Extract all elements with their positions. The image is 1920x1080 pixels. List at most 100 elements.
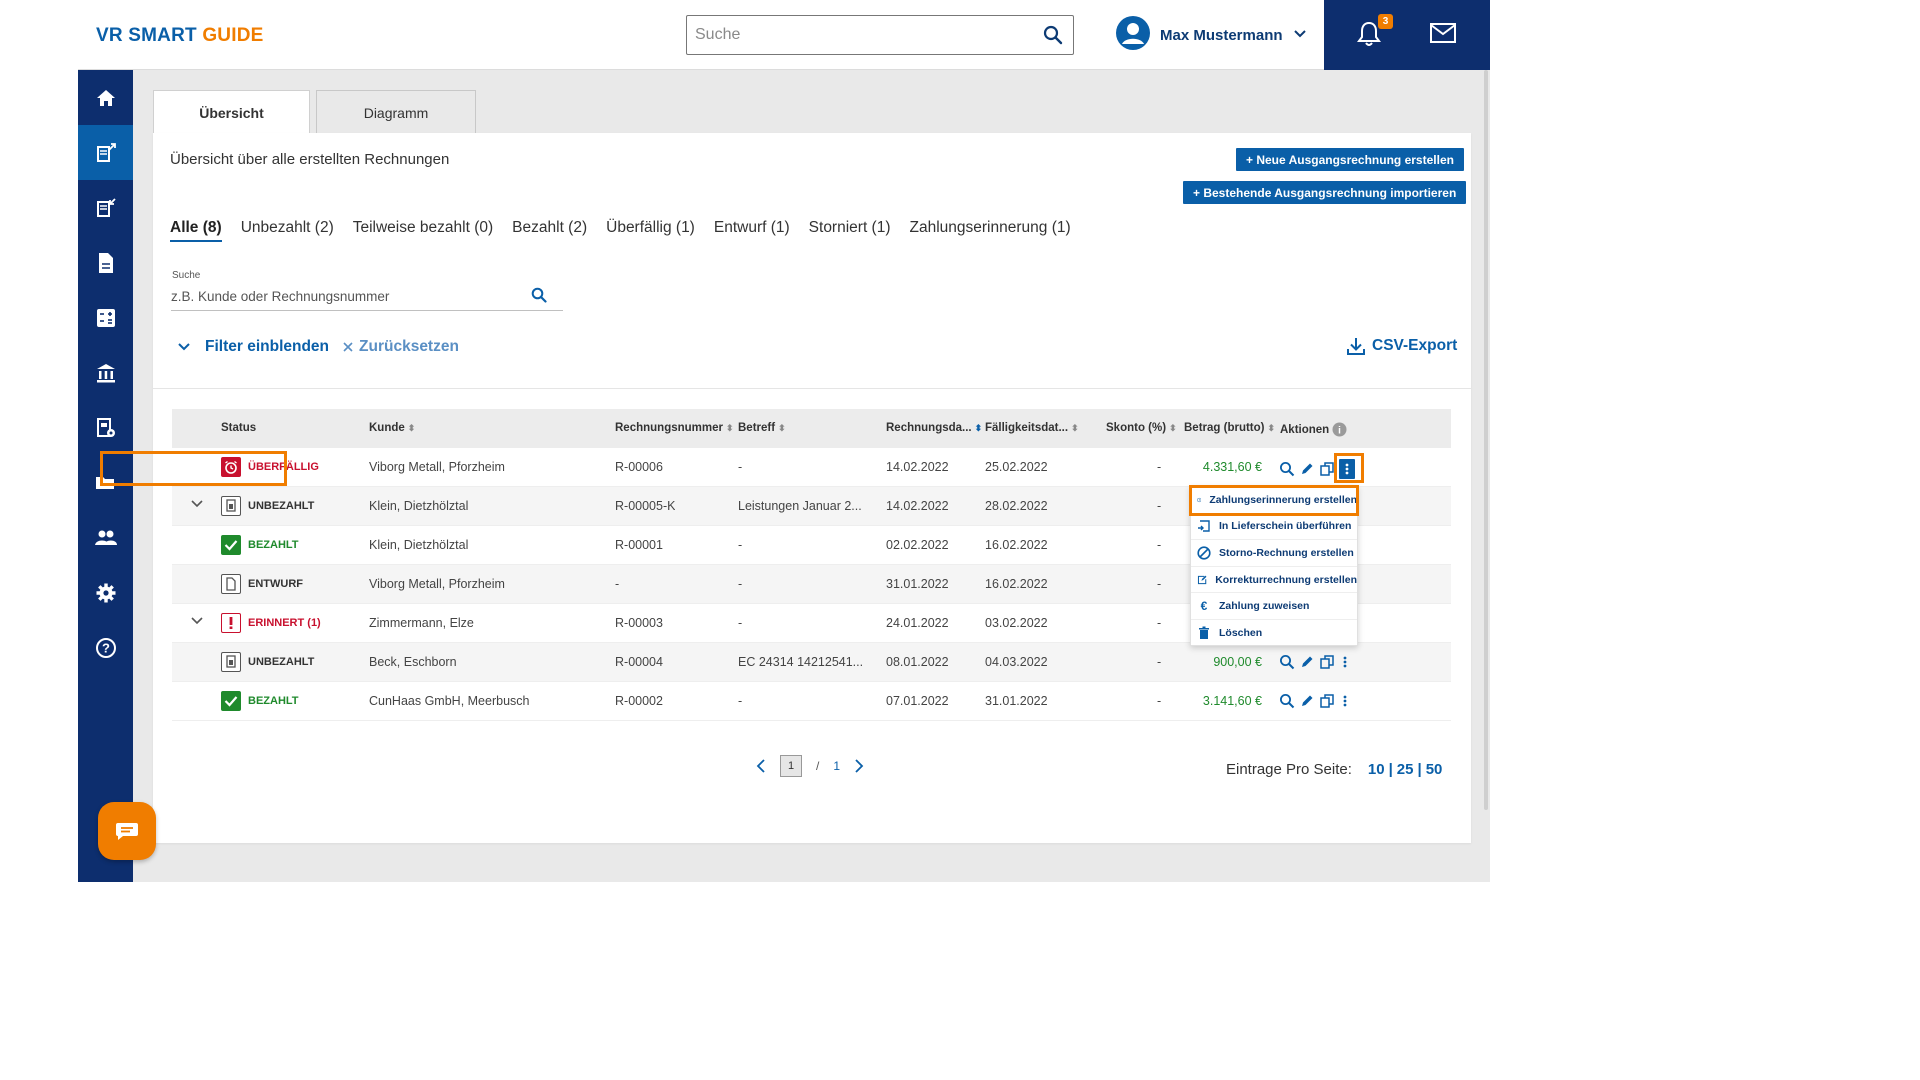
status-label: UNBEZAHLT	[248, 500, 315, 512]
global-search-input[interactable]	[695, 24, 1025, 46]
scrollbar[interactable]	[1484, 70, 1488, 810]
header-due-date[interactable]: Fälligkeitsdat... ⬍	[985, 422, 1079, 434]
actions-menu: Zahlungserinnerung erstellen In Liefersc…	[1189, 485, 1359, 647]
view-icon[interactable]	[1279, 654, 1295, 670]
copy-icon[interactable]	[1319, 693, 1335, 709]
check-icon	[221, 535, 241, 555]
customer-cell: Viborg Metall, Pforzheim	[369, 577, 505, 591]
table-row[interactable]: ÜBERFÄLLIG Viborg Metall, Pforzheim R-00…	[172, 448, 1451, 487]
header-status[interactable]: Status	[221, 422, 256, 434]
amount-cell: 4.331,60 €	[1202, 460, 1262, 474]
reset-button[interactable]: Zurücksetzen	[343, 338, 459, 356]
list-search-input[interactable]	[171, 285, 511, 307]
filter-tab-partially-paid[interactable]: Teilweise bezahlt (0)	[353, 219, 493, 242]
edit-icon[interactable]	[1299, 654, 1315, 670]
filter-toggle[interactable]: Filter einblenden	[177, 338, 329, 356]
sidebar-item-receipts[interactable]	[78, 400, 133, 455]
menu-item-correction[interactable]: Korrekturrechnung erstellen	[1191, 567, 1357, 594]
status-badge: ENTWURF	[221, 574, 303, 594]
unpaid-document-icon	[221, 652, 241, 672]
notification-badge: 3	[1378, 14, 1393, 29]
due-date-cell: 31.01.2022	[985, 694, 1048, 708]
header-number[interactable]: Rechnungsnummer ⬍	[615, 422, 734, 434]
header-number-label: Rechnungsnummer	[615, 422, 723, 434]
number-cell: R-00002	[615, 694, 663, 708]
per-page-25[interactable]: 25	[1397, 761, 1414, 778]
menu-item-assign-payment[interactable]: € Zahlung zuweisen	[1191, 593, 1357, 620]
filter-tab-unpaid[interactable]: Unbezahlt (2)	[241, 219, 334, 242]
number-cell: R-00003	[615, 616, 663, 630]
sidebar-item-help[interactable]: ?	[78, 620, 133, 675]
sidebar-item-contacts[interactable]	[78, 510, 133, 565]
more-actions-button[interactable]	[1339, 693, 1351, 709]
per-page-divider: |	[1388, 761, 1393, 778]
edit-icon[interactable]	[1299, 461, 1315, 477]
header-amount[interactable]: Betrag (brutto) ⬍	[1184, 422, 1275, 434]
filter-tab-draft[interactable]: Entwurf (1)	[714, 219, 790, 242]
chevron-down-icon[interactable]	[191, 499, 203, 509]
copy-icon[interactable]	[1319, 461, 1335, 477]
number-cell: R-00004	[615, 655, 663, 669]
tab-overview[interactable]: Übersicht	[153, 90, 310, 134]
sidebar-item-bank[interactable]	[78, 345, 133, 400]
app-frame: VR SMART GUIDE Max Mustermann 3	[78, 0, 1490, 882]
sidebar-item-documents[interactable]	[78, 235, 133, 290]
sidebar-item-home[interactable]	[78, 70, 133, 125]
view-icon[interactable]	[1279, 693, 1295, 709]
mail-icon[interactable]	[1429, 22, 1457, 49]
search-icon[interactable]	[531, 287, 547, 308]
copy-icon[interactable]	[1319, 654, 1335, 670]
more-actions-button[interactable]	[1339, 654, 1351, 670]
chevron-down-icon[interactable]	[191, 616, 203, 626]
list-search-label: Suche	[172, 270, 201, 281]
view-icon[interactable]	[1279, 461, 1295, 477]
sidebar-item-calculator[interactable]	[78, 290, 133, 345]
current-page[interactable]: 1	[780, 755, 802, 777]
filter-tab-reminder[interactable]: Zahlungserinnerung (1)	[910, 219, 1071, 242]
menu-item-label: Zahlung zuweisen	[1219, 600, 1310, 613]
invoice-out-icon	[96, 142, 116, 162]
table-row[interactable]: BEZAHLT CunHaas GmbH, Meerbusch R-00002 …	[172, 682, 1451, 721]
reset-label: Zurücksetzen	[359, 338, 459, 355]
logo[interactable]: VR SMART GUIDE	[96, 25, 264, 47]
table-row[interactable]: UNBEZAHLT Beck, Eschborn R-00004 EC 2431…	[172, 643, 1451, 682]
menu-item-delivery-note[interactable]: In Lieferschein überführen	[1191, 514, 1357, 541]
customer-cell: Klein, Dietzhölztal	[369, 499, 469, 513]
info-icon[interactable]: i	[1332, 422, 1347, 437]
filter-tab-overdue[interactable]: Überfällig (1)	[606, 219, 695, 242]
filter-tab-paid[interactable]: Bezahlt (2)	[512, 219, 587, 242]
header-discount[interactable]: Skonto (%) ⬍	[1106, 422, 1177, 434]
filter-tab-all[interactable]: Alle (8)	[170, 219, 222, 242]
chevron-right-icon[interactable]	[854, 759, 864, 773]
per-page-50[interactable]: 50	[1426, 761, 1443, 778]
discount-cell: -	[1157, 538, 1162, 552]
number-cell: R-00006	[615, 460, 663, 474]
search-icon[interactable]	[1043, 25, 1063, 50]
chevron-left-icon[interactable]	[756, 759, 766, 773]
filter-tab-cancelled[interactable]: Storniert (1)	[809, 219, 891, 242]
menu-item-delete[interactable]: Löschen	[1191, 620, 1357, 647]
per-page-10[interactable]: 10	[1368, 761, 1385, 778]
sidebar-item-incoming-invoices[interactable]	[78, 180, 133, 235]
svg-text:?: ?	[102, 640, 110, 655]
due-date-cell: 04.03.2022	[985, 655, 1048, 669]
status-badge: BEZAHLT	[221, 535, 299, 555]
tab-chart[interactable]: Diagramm	[316, 90, 476, 134]
user-menu[interactable]: Max Mustermann	[1116, 15, 1307, 52]
sidebar-item-settings[interactable]	[78, 565, 133, 620]
header-invoice-date[interactable]: Rechnungsda... ⬍	[886, 422, 982, 434]
edit-icon[interactable]	[1299, 693, 1315, 709]
chat-button[interactable]	[98, 802, 156, 860]
menu-item-create-reminder[interactable]: Zahlungserinnerung erstellen	[1189, 485, 1359, 516]
status-badge: UNBEZAHLT	[221, 652, 314, 672]
svg-text:i: i	[1338, 426, 1341, 437]
header-invoice-date-label: Rechnungsda...	[886, 422, 972, 434]
new-invoice-button[interactable]: + Neue Ausgangsrechnung erstellen	[1236, 148, 1464, 171]
sidebar-item-outgoing-invoices[interactable]	[78, 125, 133, 180]
header-subject[interactable]: Betreff ⬍	[738, 422, 786, 434]
menu-item-cancellation[interactable]: Storno-Rechnung erstellen	[1191, 540, 1357, 567]
status-label: ERINNERT (1)	[248, 617, 321, 629]
header-customer[interactable]: Kunde ⬍	[369, 422, 415, 434]
import-invoice-button[interactable]: + Bestehende Ausgangsrechnung importiere…	[1183, 181, 1467, 204]
csv-export-button[interactable]: CSV-Export	[1346, 336, 1457, 356]
